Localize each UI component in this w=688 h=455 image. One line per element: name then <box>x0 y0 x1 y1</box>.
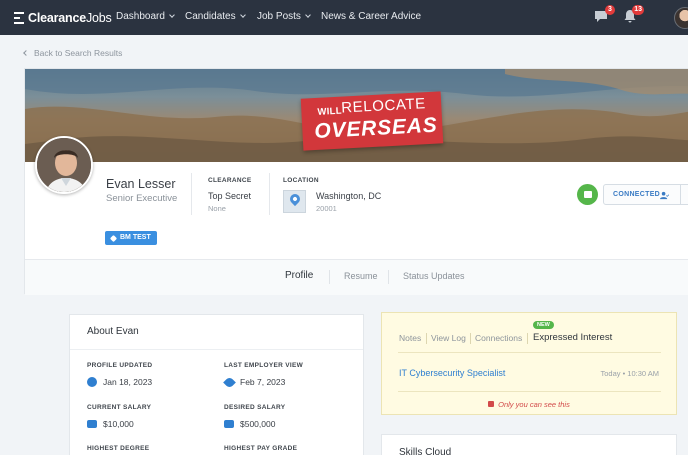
desired-salary-label: DESIRED SALARY <box>224 404 286 411</box>
new-badge: NEW <box>533 321 554 329</box>
logo-text: ClearanceJobs <box>28 11 112 25</box>
tag-label: BM TEST <box>120 234 151 241</box>
divider <box>398 391 661 392</box>
map-pin-icon <box>283 190 306 213</box>
divider <box>398 352 661 353</box>
refresh-icon <box>87 377 97 387</box>
relocate-overseas-banner-sign: WILL RELOCATE OVERSEAS <box>300 91 444 151</box>
lock-icon <box>488 401 495 407</box>
tag-icon <box>109 234 118 242</box>
desired-salary-text: $500,000 <box>240 419 276 429</box>
location-zip: 20001 <box>316 204 337 213</box>
person-check-icon <box>660 191 669 200</box>
clearance-value: Top Secret <box>208 191 252 201</box>
candidate-tag[interactable]: BM TEST <box>105 231 157 245</box>
last-employer-view-label: LAST EMPLOYER VIEW <box>224 362 304 369</box>
messages-button[interactable]: 3 <box>594 5 615 23</box>
current-salary-value: $10,000 <box>87 419 134 429</box>
job-interest-time: Today • 10:30 AM <box>600 369 660 378</box>
desired-salary-value: $500,000 <box>224 419 275 429</box>
chevron-left-icon <box>23 50 29 56</box>
connected-button[interactable]: CONNECTED <box>603 184 688 205</box>
chevron-down-icon <box>169 12 175 18</box>
current-salary-text: $10,000 <box>103 419 134 429</box>
tab-divider <box>388 270 389 284</box>
profile-updated-text: Jan 18, 2023 <box>103 377 153 387</box>
back-link-label: Back to Search Results <box>34 48 123 58</box>
highest-degree-label: HIGHEST DEGREE <box>87 445 150 452</box>
wallet-icon <box>87 420 97 428</box>
about-title: About Evan <box>87 326 139 337</box>
logo-light: Jobs <box>85 11 112 25</box>
clearancejobs-logo[interactable]: ClearanceJobs <box>14 9 112 27</box>
eye-icon <box>223 375 236 389</box>
messages-count-badge: 3 <box>605 5 615 15</box>
logo-icon <box>14 12 24 24</box>
divider <box>70 349 363 350</box>
chat-icon <box>583 191 592 198</box>
divider <box>191 173 192 215</box>
about-card: About Evan PROFILE UPDATED Jan 18, 2023 … <box>69 314 364 455</box>
back-to-search-link[interactable]: Back to Search Results <box>23 48 123 58</box>
candidate-name: Evan Lesser <box>106 177 176 191</box>
tab-divider <box>329 270 330 284</box>
user-avatar[interactable] <box>674 7 688 29</box>
location-label: LOCATION <box>283 177 319 184</box>
nav-news-career-advice[interactable]: News & Career Advice <box>321 11 421 22</box>
message-candidate-button[interactable] <box>577 184 598 205</box>
connected-divider <box>680 185 681 204</box>
tab-expressed-interest[interactable]: Expressed Interest <box>533 332 612 343</box>
nav-job-posts-label: Job Posts <box>257 11 301 22</box>
banner-text-will: WILL <box>317 105 343 118</box>
private-note: Only you can see this <box>382 400 676 409</box>
banner-text-relocate: RELOCATE <box>340 95 427 117</box>
profile-updated-value: Jan 18, 2023 <box>87 377 152 387</box>
clearance-sub: None <box>208 204 226 213</box>
profile-tabs: Profile Resume Status Updates <box>25 259 688 295</box>
skills-title: Skills Cloud <box>399 447 452 455</box>
chevron-down-icon <box>239 12 246 18</box>
nav-dashboard-label: Dashboard <box>116 11 165 22</box>
nav-news-label: News & Career Advice <box>321 11 422 22</box>
wallet-icon <box>224 420 234 428</box>
clearance-label: CLEARANCE <box>208 177 252 184</box>
current-salary-label: CURRENT SALARY <box>87 404 152 411</box>
skills-cloud-card: Skills Cloud <box>381 434 677 455</box>
private-note-text: Only you can see this <box>498 400 570 409</box>
tab-divider <box>527 333 528 344</box>
tab-view-log[interactable]: View Log <box>431 333 466 343</box>
tab-status-updates[interactable]: Status Updates <box>403 271 465 281</box>
notifications-button[interactable]: 13 <box>623 5 644 23</box>
activity-panel: Notes View Log Connections Expressed Int… <box>381 312 677 415</box>
profile-updated-label: PROFILE UPDATED <box>87 362 153 369</box>
job-link[interactable]: IT Cybersecurity Specialist <box>399 368 505 378</box>
connected-label: CONNECTED <box>613 191 661 198</box>
tab-divider <box>470 333 471 344</box>
last-employer-view-value: Feb 7, 2023 <box>223 375 286 389</box>
nav-job-posts[interactable]: Job Posts <box>257 11 311 22</box>
notifications-count-badge: 13 <box>632 5 644 15</box>
tab-profile[interactable]: Profile <box>285 270 313 281</box>
location-value: Washington, DC <box>316 191 382 201</box>
candidate-title: Senior Executive <box>106 193 178 204</box>
highest-pay-grade-label: HIGHEST PAY GRADE <box>224 445 298 452</box>
tab-resume[interactable]: Resume <box>344 271 378 281</box>
nav-dashboard[interactable]: Dashboard <box>116 11 175 22</box>
banner-text-overseas: OVERSEAS <box>313 113 439 144</box>
tab-connections[interactable]: Connections <box>475 333 522 343</box>
last-employer-view-text: Feb 7, 2023 <box>240 377 286 387</box>
tab-divider <box>426 333 427 344</box>
logo-bold: Clearance <box>28 11 86 25</box>
profile-banner: WILL RELOCATE OVERSEAS <box>25 69 688 162</box>
top-navigation: ClearanceJobs Dashboard Candidates Job P… <box>0 0 688 35</box>
tab-notes[interactable]: Notes <box>399 333 421 343</box>
candidate-photo <box>37 138 91 192</box>
divider <box>269 173 270 215</box>
nav-candidates-label: Candidates <box>185 11 236 22</box>
nav-candidates[interactable]: Candidates <box>185 11 246 22</box>
chevron-down-icon <box>305 12 311 18</box>
candidate-avatar <box>35 136 93 194</box>
profile-card: WILL RELOCATE OVERSEAS Evan Lesser Senio… <box>24 68 688 295</box>
